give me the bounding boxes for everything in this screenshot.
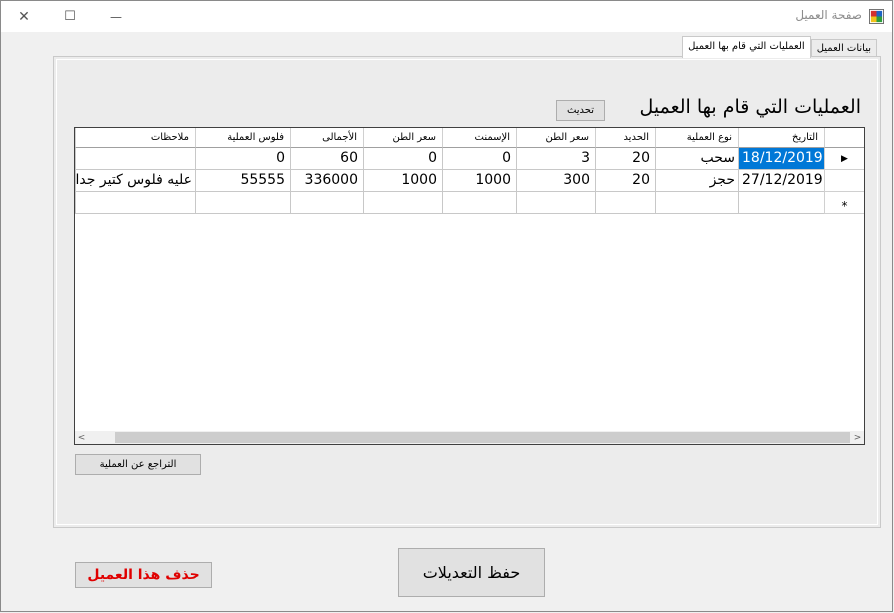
- new-row-header[interactable]: *: [824, 192, 864, 214]
- tab-customer-operations[interactable]: العمليات التي قام بها العميل: [682, 36, 811, 58]
- column-header-ton-price[interactable]: سعر الطن: [516, 128, 595, 148]
- grid-corner: [824, 128, 864, 148]
- column-header-notes[interactable]: ملاحظات: [75, 128, 195, 148]
- minimize-button[interactable]: —: [93, 1, 139, 32]
- maximize-icon: ☐: [64, 9, 76, 24]
- column-header-total[interactable]: الأجمالى: [290, 128, 363, 148]
- title-bar: ✕ ☐ — صفحة العميل: [1, 1, 892, 32]
- column-header-operation-type[interactable]: نوع العملية: [655, 128, 738, 148]
- scroll-right-arrow-icon[interactable]: >: [851, 431, 864, 444]
- column-header-ton-price-2[interactable]: سعر الطن: [363, 128, 442, 148]
- column-header-cement[interactable]: الإسمنت: [442, 128, 516, 148]
- close-icon: ✕: [18, 8, 30, 25]
- save-changes-button[interactable]: حفظ التعديلات: [398, 548, 545, 597]
- maximize-button[interactable]: ☐: [47, 1, 93, 32]
- new-row-cell[interactable]: [75, 192, 195, 214]
- new-row-cell[interactable]: [195, 192, 290, 214]
- horizontal-scrollbar[interactable]: < >: [75, 431, 864, 444]
- operations-heading: العمليات التي قام بها العميل: [639, 96, 861, 118]
- operations-grid[interactable]: التاريخ نوع العملية الحديد سعر الطن الإس…: [74, 127, 865, 445]
- new-row-cell[interactable]: [738, 192, 824, 214]
- undo-operation-button[interactable]: التراجع عن العملية: [75, 454, 201, 475]
- cell-ton-price-2[interactable]: 0: [363, 148, 442, 170]
- grid-body: التاريخ نوع العملية الحديد سعر الطن الإس…: [75, 128, 864, 431]
- delete-customer-button[interactable]: حذف هذا العميل: [75, 562, 212, 588]
- new-row-cell[interactable]: [442, 192, 516, 214]
- cell-ton-price-2[interactable]: 1000: [363, 170, 442, 192]
- cell-iron[interactable]: 20: [595, 148, 655, 170]
- cell-operation-type[interactable]: حجز: [655, 170, 738, 192]
- cell-notes[interactable]: عليه فلوس كتير جدا: [75, 170, 195, 192]
- cell-operation-money[interactable]: 55555: [195, 170, 290, 192]
- new-row-cell[interactable]: [655, 192, 738, 214]
- scrollbar-thumb[interactable]: [115, 432, 850, 443]
- new-row-cell[interactable]: [290, 192, 363, 214]
- cell-total[interactable]: 336000: [290, 170, 363, 192]
- cell-notes[interactable]: [75, 148, 195, 170]
- cell-iron[interactable]: 20: [595, 170, 655, 192]
- cell-operation-type[interactable]: سحب: [655, 148, 738, 170]
- cell-total[interactable]: 60: [290, 148, 363, 170]
- scroll-left-arrow-icon[interactable]: <: [75, 431, 88, 444]
- minimize-icon: —: [110, 9, 122, 24]
- cell-ton-price[interactable]: 3: [516, 148, 595, 170]
- cell-operation-money[interactable]: 0: [195, 148, 290, 170]
- new-row-cell[interactable]: [595, 192, 655, 214]
- row-header[interactable]: ▶: [824, 148, 864, 170]
- column-header-iron[interactable]: الحديد: [595, 128, 655, 148]
- cell-cement[interactable]: 0: [442, 148, 516, 170]
- cell-date[interactable]: 18/12/2019: [738, 148, 824, 170]
- new-row-cell[interactable]: [516, 192, 595, 214]
- app-icon: [869, 9, 884, 24]
- close-button[interactable]: ✕: [1, 1, 47, 32]
- customer-window: ✕ ☐ — صفحة العميل بيانات العميل العمليات…: [0, 0, 893, 612]
- refresh-button[interactable]: تحديث: [556, 100, 605, 121]
- column-header-operation-money[interactable]: فلوس العملية: [195, 128, 290, 148]
- window-title: صفحة العميل: [795, 8, 862, 22]
- cell-cement[interactable]: 1000: [442, 170, 516, 192]
- row-header[interactable]: [824, 170, 864, 192]
- cell-date[interactable]: 27/12/2019: [738, 170, 824, 192]
- column-header-date[interactable]: التاريخ: [738, 128, 824, 148]
- new-row-cell[interactable]: [363, 192, 442, 214]
- cell-ton-price[interactable]: 300: [516, 170, 595, 192]
- tab-strip: بيانات العميل العمليات التي قام بها العم…: [682, 36, 877, 58]
